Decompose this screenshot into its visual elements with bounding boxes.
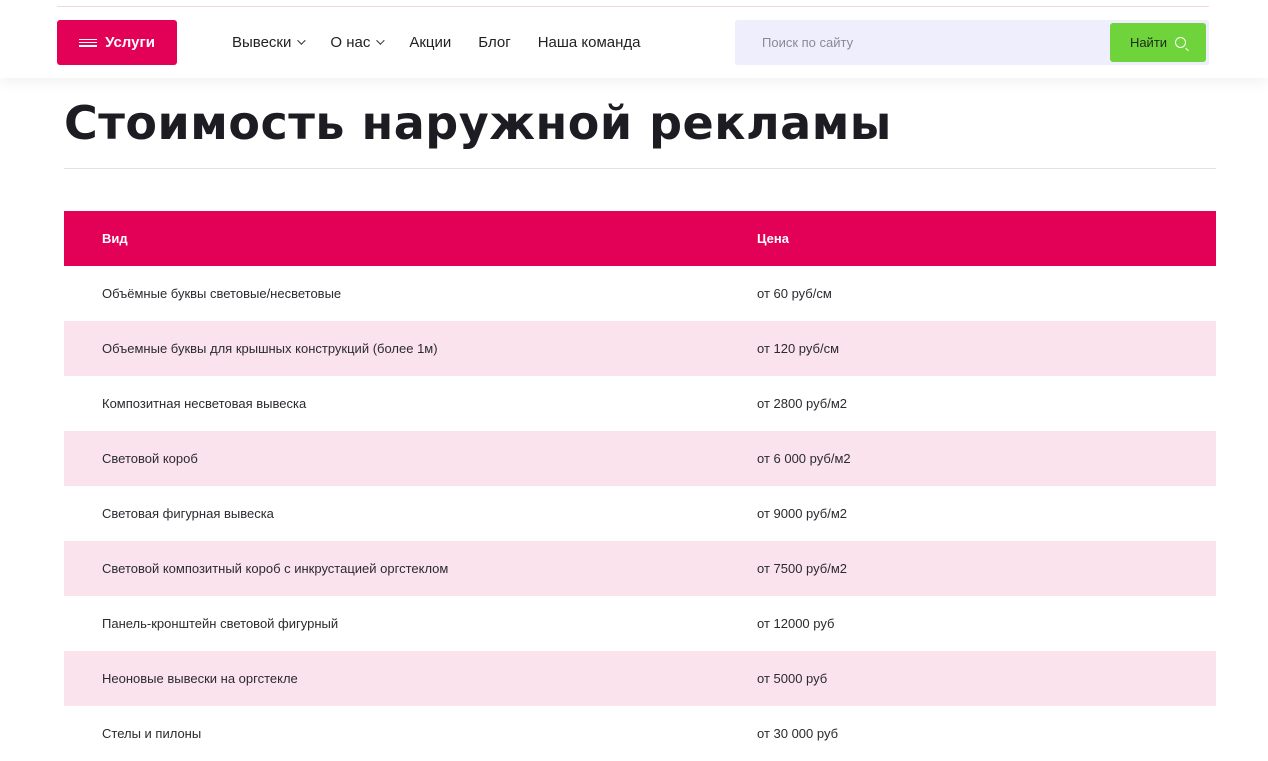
search-icon <box>1175 37 1187 48</box>
table-row: Панель-кронштейн световой фигурный от 12… <box>64 596 1216 651</box>
table-row: Световой композитный короб с инкрустацие… <box>64 541 1216 596</box>
search-input[interactable] <box>735 20 1105 65</box>
cell-type: Объемные буквы для крышных конструкций (… <box>102 341 438 356</box>
nav-item-label: Блог <box>478 33 511 51</box>
table-row: Композитная несветовая вывеска от 2800 р… <box>64 376 1216 431</box>
nav-item-label: Вывески <box>232 33 292 51</box>
chevron-down-icon <box>297 36 307 45</box>
cell-type: Неоновые вывески на оргстекле <box>102 671 298 686</box>
table-row: Объемные буквы для крышных конструкций (… <box>64 321 1216 376</box>
chevron-down-icon <box>376 36 386 45</box>
nav-item-label: Акции <box>409 33 452 51</box>
table-row: Световой короб от 6 000 руб/м2 <box>64 431 1216 486</box>
search-button-label: Найти <box>1129 35 1168 50</box>
site-search: Найти <box>735 20 1209 65</box>
table-header-row: Вид Цена <box>64 211 1216 266</box>
services-button-label: Услуги <box>105 34 155 51</box>
nav-item-blog[interactable]: Блог <box>478 34 510 51</box>
nav-item-label: О нас <box>330 33 371 51</box>
cell-type: Объёмные буквы световые/несветовые <box>102 286 342 301</box>
table-row: Стелы и пилоны от 30 000 руб <box>64 706 1216 761</box>
cell-type: Световой короб <box>102 451 198 466</box>
cell-type: Световая фигурная вывеска <box>102 506 274 521</box>
nav-item-about[interactable]: О нас <box>330 33 386 51</box>
nav-item-team[interactable]: Наша команда <box>538 34 641 51</box>
nav-item-promotions[interactable]: Акции <box>409 34 451 51</box>
cell-price: от 60 руб/см <box>757 286 832 301</box>
column-header-type: Вид <box>102 231 128 246</box>
cell-price: от 2800 руб/м2 <box>757 396 847 411</box>
column-header-price: Цена <box>757 231 789 246</box>
search-button[interactable]: Найти <box>1110 23 1206 62</box>
main-nav: Вывески О нас Акции Блог Наша команда <box>232 31 668 53</box>
nav-item-signs[interactable]: Вывески <box>232 33 307 51</box>
cell-price: от 9000 руб/м2 <box>757 506 847 521</box>
cell-price: от 120 руб/см <box>757 341 840 356</box>
table-row: Объёмные буквы световые/несветовые от 60… <box>64 266 1216 321</box>
price-table: Вид Цена Объёмные буквы световые/несвето… <box>64 211 1216 761</box>
services-menu-button[interactable]: Услуги <box>57 20 177 65</box>
cell-price: от 30 000 руб <box>757 726 839 741</box>
title-divider <box>64 168 1216 169</box>
table-row: Световая фигурная вывеска от 9000 руб/м2 <box>64 486 1216 541</box>
menu-icon <box>79 38 98 47</box>
cell-price: от 7500 руб/м2 <box>757 561 847 576</box>
cell-type: Панель-кронштейн световой фигурный <box>102 616 339 631</box>
cell-price: от 12000 руб <box>757 616 835 631</box>
table-row: Неоновые вывески на оргстекле от 5000 ру… <box>64 651 1216 706</box>
nav-item-label: Наша команда <box>537 33 641 51</box>
cell-type: Композитная несветовая вывеска <box>102 396 307 411</box>
page-title: Стоимость наружной рекламы <box>64 96 892 150</box>
cell-price: от 6 000 руб/м2 <box>757 451 851 466</box>
cell-price: от 5000 руб <box>757 671 828 686</box>
header-divider <box>57 6 1209 7</box>
cell-type: Световой композитный короб с инкрустацие… <box>102 561 449 576</box>
cell-type: Стелы и пилоны <box>102 726 202 741</box>
site-header: Услуги Вывески О нас Акции Блог Наша ком… <box>0 0 1268 78</box>
